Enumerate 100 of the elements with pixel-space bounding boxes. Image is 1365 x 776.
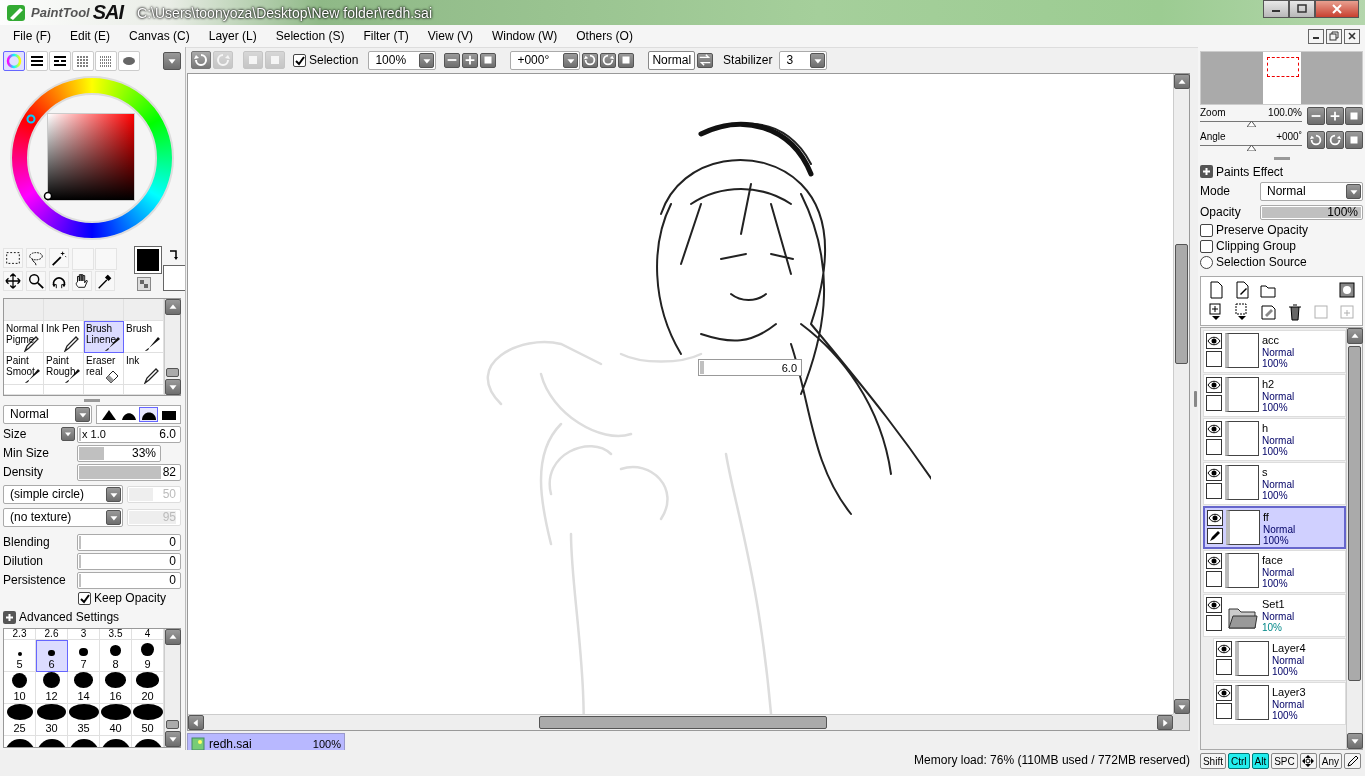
scrollbar[interactable] xyxy=(164,629,180,747)
scroll-down-button[interactable] xyxy=(165,379,181,395)
transparent-toggle-icon[interactable] xyxy=(137,277,151,291)
undo-button[interactable] xyxy=(191,51,211,69)
menu-item[interactable]: Window (W) xyxy=(484,27,565,45)
magic-wand-icon[interactable] xyxy=(49,247,69,268)
size-preset[interactable]: 25 xyxy=(4,704,36,736)
color-mode-button[interactable] xyxy=(3,51,25,71)
menu-item[interactable]: Others (O) xyxy=(569,27,640,45)
menu-item[interactable]: Filter (T) xyxy=(356,27,416,45)
visibility-toggle[interactable] xyxy=(1206,377,1222,393)
keep-opacity-checkbox[interactable]: Keep Opacity xyxy=(78,589,181,607)
scrollbar[interactable] xyxy=(1346,328,1362,749)
section-label[interactable]: Paints Effect xyxy=(1216,164,1284,179)
edit-toggle[interactable] xyxy=(1206,439,1222,455)
size-preset[interactable]: 3 xyxy=(68,629,100,640)
size-preset[interactable]: 16 xyxy=(100,672,132,704)
vertical-scrollbar[interactable] xyxy=(1173,74,1189,714)
min-size-slider[interactable]: 33% xyxy=(77,444,161,462)
layer-item[interactable]: Layer4 Normal 100% xyxy=(1213,638,1346,681)
slider-thumb-icon[interactable] xyxy=(1247,145,1256,151)
maximize-button[interactable] xyxy=(1289,0,1315,18)
slider-thumb-icon[interactable] xyxy=(1247,121,1256,127)
edit-toggle[interactable] xyxy=(1206,571,1222,587)
menu-item[interactable]: File (F) xyxy=(6,27,58,45)
size-preset[interactable]: 14 xyxy=(68,672,100,704)
scroll-up-button[interactable] xyxy=(1347,328,1363,344)
layer-item[interactable]: h Normal 100% xyxy=(1203,418,1346,461)
zoom-icon[interactable] xyxy=(26,270,46,291)
zoom-dropdown[interactable]: 100% xyxy=(368,50,437,70)
visibility-toggle[interactable] xyxy=(1206,421,1222,437)
reset-angle-button[interactable] xyxy=(618,52,635,68)
reset-zoom-button[interactable] xyxy=(480,52,497,68)
radio-button[interactable]: Selection Source xyxy=(1200,254,1363,270)
visibility-toggle[interactable] xyxy=(1206,553,1222,569)
clear-layer-icon[interactable] xyxy=(1259,303,1278,321)
menu-item[interactable]: View (V) xyxy=(420,27,480,45)
visibility-toggle[interactable] xyxy=(1206,597,1222,613)
new-layer-icon[interactable] xyxy=(1207,281,1225,299)
layer-folder[interactable]: Set1 Normal 10% xyxy=(1203,594,1346,637)
edit-toggle[interactable] xyxy=(1206,615,1222,631)
size-preset[interactable]: 10 xyxy=(4,672,36,704)
flip-button[interactable] xyxy=(697,52,714,68)
checkbox[interactable]: Preserve Opacity xyxy=(1200,222,1363,238)
scroll-down-button[interactable] xyxy=(1347,733,1363,749)
size-preset[interactable]: 8 xyxy=(100,640,132,672)
visibility-toggle[interactable] xyxy=(1216,641,1232,657)
color-mode-button[interactable] xyxy=(118,51,140,71)
brush-param-slider[interactable]: 0 xyxy=(77,571,181,589)
scrollbar[interactable] xyxy=(164,299,180,395)
edit-toggle[interactable] xyxy=(1206,395,1222,411)
rotate-left-button[interactable] xyxy=(582,52,599,68)
brush-tool[interactable]: Paint Rough xyxy=(44,353,84,385)
size-preset[interactable]: 20 xyxy=(132,672,164,704)
layer-item[interactable]: h2 Normal 100% xyxy=(1203,374,1346,417)
size-preset[interactable]: 40 xyxy=(100,704,132,736)
scroll-down-button[interactable] xyxy=(1174,699,1190,714)
rotate-right-button[interactable] xyxy=(1326,131,1344,149)
panel-menu-button[interactable] xyxy=(163,52,181,70)
layer-item[interactable]: s Normal 100% xyxy=(1203,462,1346,505)
swap-arrow-icon[interactable] xyxy=(167,247,181,261)
view-mode-button[interactable]: Normal xyxy=(648,50,696,70)
visibility-toggle[interactable] xyxy=(1206,465,1222,481)
visibility-toggle[interactable] xyxy=(1207,510,1223,526)
size-slider[interactable]: x 1.0 6.0 xyxy=(77,425,181,443)
horizontal-scrollbar[interactable] xyxy=(188,714,1173,730)
edit-toggle[interactable] xyxy=(1206,351,1222,367)
brush-tool[interactable]: Normal I Pigme xyxy=(4,321,44,353)
size-popup-slider[interactable]: 6.0 xyxy=(698,359,802,376)
stabilizer-dropdown[interactable]: 3 xyxy=(779,50,828,70)
secondary-color-swatch[interactable] xyxy=(163,265,185,291)
menu-item[interactable]: Selection (S) xyxy=(268,27,352,45)
menu-item[interactable]: Canvas (C) xyxy=(122,27,197,45)
close-button[interactable] xyxy=(1344,28,1360,44)
minimize-button[interactable] xyxy=(1263,0,1289,18)
selection-checkbox[interactable]: Selection xyxy=(293,53,359,67)
primary-color-swatch[interactable] xyxy=(135,247,161,273)
close-button[interactable] xyxy=(1315,0,1359,18)
size-preset[interactable]: 35 xyxy=(68,704,100,736)
zoom-slider[interactable]: Zoom 100.0% xyxy=(1200,107,1306,128)
menu-item[interactable]: Layer (L) xyxy=(201,27,264,45)
layer-item[interactable]: face Normal 100% xyxy=(1203,550,1346,593)
scroll-up-button[interactable] xyxy=(1174,74,1190,89)
scrollbar-thumb[interactable] xyxy=(1175,244,1188,364)
zoom-out-button[interactable] xyxy=(444,52,461,68)
edit-toggle[interactable] xyxy=(1207,528,1223,544)
section-label[interactable]: Advanced Settings xyxy=(19,610,120,624)
size-range-dropdown[interactable] xyxy=(61,427,75,441)
scroll-up-button[interactable] xyxy=(165,629,181,645)
rotate-left-button[interactable] xyxy=(1307,131,1325,149)
zoom-out-button[interactable] xyxy=(1307,107,1325,125)
blend-mode-dropdown[interactable]: Normal xyxy=(3,404,92,424)
visibility-toggle[interactable] xyxy=(1216,685,1232,701)
document-tab[interactable]: redh.sai 100% xyxy=(187,733,345,750)
brush-tool[interactable]: Brush Linene xyxy=(84,321,124,353)
angle-dropdown[interactable]: +000° xyxy=(510,50,581,70)
layer-mask-icon[interactable] xyxy=(1337,281,1356,299)
eyedropper-icon[interactable] xyxy=(95,270,115,291)
hand-icon[interactable] xyxy=(72,270,92,291)
zoom-in-button[interactable] xyxy=(1326,107,1344,125)
